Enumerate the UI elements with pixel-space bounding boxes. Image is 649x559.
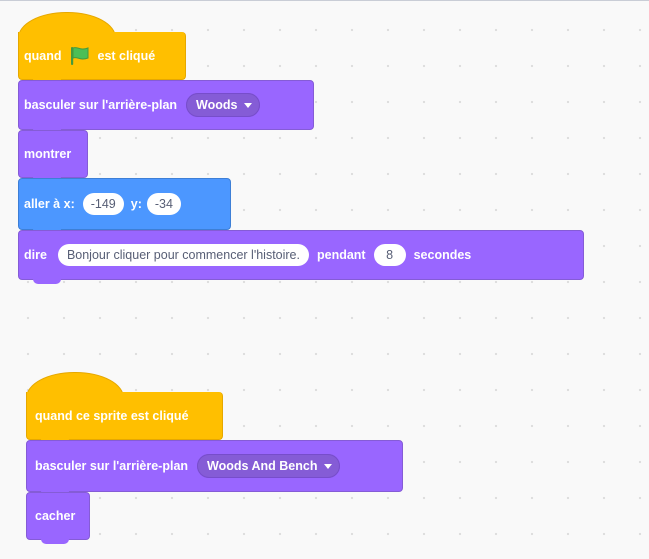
hide-block[interactable]: cacher [26,492,90,544]
block-notch [41,538,69,544]
when-sprite-clicked-block[interactable]: quand ce sprite est cliqué [26,392,223,444]
code-workspace[interactable]: quand est cliqué basculer sur l'arrière-… [0,0,649,559]
go-to-label: aller à x: [24,197,75,211]
say-for-secs-block[interactable]: dire Bonjour cliquer pour commencer l'hi… [18,230,584,284]
caret-down-icon [324,463,333,469]
switch-backdrop-label: basculer sur l'arrière-plan [24,98,178,112]
x-input[interactable]: -149 [82,193,124,215]
y-input[interactable]: -34 [146,193,181,215]
for-label: pendant [316,248,366,262]
hat-label-after: est cliqué [97,48,156,63]
caret-down-icon [244,102,253,108]
backdrop-dropdown-value-2: Woods And Bench [207,459,318,473]
show-label: montrer [24,147,72,161]
go-to-xy-block[interactable]: aller à x: -149 y: -34 [18,178,231,234]
switch-backdrop-label-2: basculer sur l'arrière-plan [35,459,189,473]
say-message-input[interactable]: Bonjour cliquer pour commencer l'histoir… [57,244,309,266]
secs-label: secondes [413,248,472,262]
hide-label: cacher [35,509,76,523]
backdrop-dropdown-value: Woods [196,98,238,112]
block-notch [33,278,61,284]
backdrop-dropdown[interactable]: Woods [186,93,261,117]
sprite-clicked-label: quand ce sprite est cliqué [35,408,189,423]
when-flag-clicked-block[interactable]: quand est cliqué [18,32,186,84]
switch-backdrop-block-2[interactable]: basculer sur l'arrière-plan Woods And Be… [26,440,403,496]
secs-input[interactable]: 8 [373,244,406,266]
hat-label-before: quand [24,48,62,63]
show-block[interactable]: montrer [18,130,88,182]
green-flag-icon [70,46,88,65]
say-label: dire [24,248,47,262]
y-label: y: [130,197,142,211]
backdrop-dropdown-2[interactable]: Woods And Bench [197,454,341,478]
switch-backdrop-block[interactable]: basculer sur l'arrière-plan Woods [18,80,314,134]
